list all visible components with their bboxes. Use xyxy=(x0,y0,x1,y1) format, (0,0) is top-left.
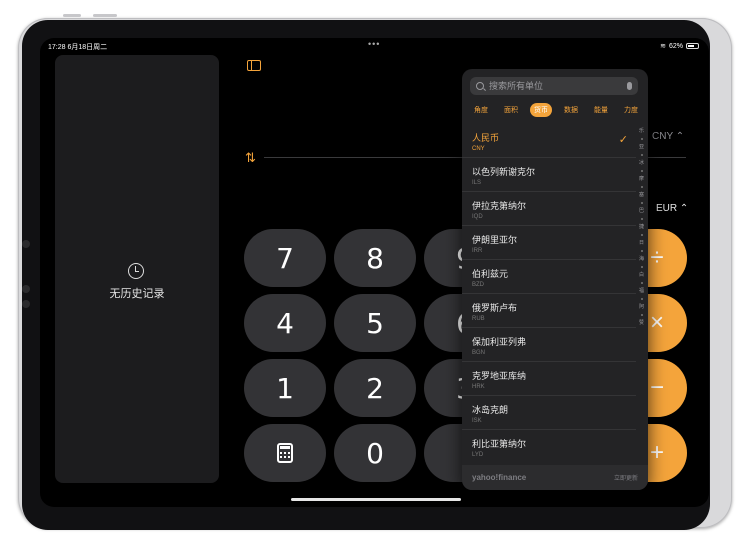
currency-name: 俄罗斯卢布 xyxy=(472,303,518,313)
tab-currency[interactable]: 货币 xyxy=(530,103,552,117)
index-letter[interactable]: 巴 xyxy=(639,207,644,215)
index-letter[interactable]: 亚 xyxy=(639,143,644,151)
tab-energy[interactable]: 能量 xyxy=(590,103,612,117)
multitask-dots[interactable]: ••• xyxy=(368,39,380,49)
currency-code: BGN xyxy=(472,350,486,356)
calculator-icon xyxy=(277,443,293,463)
tab-area[interactable]: 面积 xyxy=(500,103,522,117)
list-item[interactable]: 伯利兹元 BZD xyxy=(462,260,636,294)
list-item[interactable]: 以色列新谢克尔 ILS xyxy=(462,158,636,192)
to-unit-label: EUR xyxy=(656,203,678,214)
search-input[interactable] xyxy=(489,81,627,91)
list-item[interactable]: 人民币 CNY ✓ xyxy=(462,124,636,158)
currency-code: LYD xyxy=(472,452,484,458)
unit-picker-popover: 角度 面积 货币 数据 能量 力度 人民币 CNY ✓ 以色列新谢克尔 ILS … xyxy=(462,69,648,490)
index-letter[interactable]: 福 xyxy=(639,287,644,295)
index-letter[interactable]: 海 xyxy=(639,255,644,263)
battery-icon xyxy=(686,43,699,49)
from-unit-selector[interactable]: CNY ⌃ xyxy=(652,131,684,142)
clock-icon xyxy=(128,263,144,279)
list-item[interactable]: 伊朗里亚尔 IRR xyxy=(462,226,636,260)
currency-name: 伊朗里亚尔 xyxy=(472,235,518,245)
home-indicator[interactable] xyxy=(291,498,461,501)
currency-code: BZD xyxy=(472,282,484,288)
key-8[interactable]: 8 xyxy=(334,229,416,287)
status-time: 17:28 6月18日周二 xyxy=(48,42,107,52)
key-5[interactable]: 5 xyxy=(334,294,416,352)
currency-code: HRK xyxy=(472,384,485,390)
index-letter[interactable]: 赞 xyxy=(639,319,644,327)
section-index[interactable]: 乐 亚 冰 摩 塞 巴 捷 日 海 白 福 阿 赞 xyxy=(637,127,646,327)
side-button xyxy=(22,285,30,293)
currency-name: 保加利亚列弗 xyxy=(472,337,527,347)
list-item[interactable]: 伊拉克第纳尔 IQD xyxy=(462,192,636,226)
from-unit-label: CNY xyxy=(652,131,673,142)
status-time-text: 17:28 xyxy=(48,44,66,51)
swap-icon[interactable]: ⇅ xyxy=(245,150,256,166)
currency-code: RUB xyxy=(472,316,485,322)
index-letter[interactable]: 塞 xyxy=(639,191,644,199)
key-2[interactable]: 2 xyxy=(334,359,416,417)
currency-name: 冰岛克朗 xyxy=(472,405,509,415)
picker-footer: yahoo!finance 立即更新 xyxy=(462,465,648,490)
currency-name: 人民币 xyxy=(472,133,500,143)
search-icon xyxy=(476,82,484,90)
screen: 17:28 6月18日周二 ••• ≋ 62% 无历史记录 ⇅ CNY ⌃ EU… xyxy=(40,38,709,507)
tab-angle[interactable]: 角度 xyxy=(470,103,492,117)
to-unit-selector[interactable]: EUR ⌃ xyxy=(656,203,688,214)
currency-code: IRR xyxy=(472,248,483,254)
list-item[interactable]: 克罗地亚库纳 HRK xyxy=(462,362,636,396)
currency-code: CNY xyxy=(472,146,485,152)
history-panel: 无历史记录 xyxy=(55,55,219,483)
top-button xyxy=(93,14,117,17)
microphone-icon[interactable] xyxy=(627,82,632,90)
key-4[interactable]: 4 xyxy=(244,294,326,352)
top-button xyxy=(63,14,81,17)
index-letter[interactable]: 白 xyxy=(639,271,644,279)
side-button xyxy=(22,300,30,308)
currency-name: 伊拉克第纳尔 xyxy=(472,201,527,211)
currency-code: ILS xyxy=(472,180,482,186)
yahoo-finance-logo: yahoo!finance xyxy=(472,473,527,482)
history-empty-label: 无历史记录 xyxy=(109,288,165,300)
index-letter[interactable]: 摩 xyxy=(639,175,644,183)
currency-name: 克罗地亚库纳 xyxy=(472,371,527,381)
tab-data[interactable]: 数据 xyxy=(560,103,582,117)
list-item[interactable]: 保加利亚列弗 BGN xyxy=(462,328,636,362)
checkmark-icon: ✓ xyxy=(618,134,628,146)
index-letter[interactable]: 日 xyxy=(639,239,644,247)
currency-code: ISK xyxy=(472,418,482,424)
key-1[interactable]: 1 xyxy=(244,359,326,417)
currency-name: 以色列新谢克尔 xyxy=(472,167,536,177)
currency-name: 利比亚第纳尔 xyxy=(472,439,527,449)
status-date-text: 6月18日周二 xyxy=(67,44,108,51)
list-item[interactable]: 利比亚第纳尔 LYD xyxy=(462,430,636,464)
list-item[interactable]: 俄罗斯卢布 RUB xyxy=(462,294,636,328)
sidebar-toggle-icon[interactable] xyxy=(247,60,261,71)
update-now-link[interactable]: 立即更新 xyxy=(614,473,638,482)
currency-code: IQD xyxy=(472,214,483,220)
status-right: ≋ 62% xyxy=(660,42,699,50)
index-letter[interactable]: 乐 xyxy=(639,127,644,135)
index-letter[interactable]: 捷 xyxy=(639,223,644,231)
index-letter[interactable]: 阿 xyxy=(639,303,644,311)
key-7[interactable]: 7 xyxy=(244,229,326,287)
wifi-icon: ≋ xyxy=(660,43,666,50)
side-button xyxy=(22,240,30,248)
search-bar[interactable] xyxy=(470,77,638,95)
key-0[interactable]: 0 xyxy=(334,424,416,482)
tab-force[interactable]: 力度 xyxy=(620,103,642,117)
category-tabs: 角度 面积 货币 数据 能量 力度 xyxy=(470,103,642,117)
list-item[interactable]: 冰岛克朗 ISK xyxy=(462,396,636,430)
currency-name: 伯利兹元 xyxy=(472,269,509,279)
calculator-mode-button[interactable] xyxy=(244,424,326,482)
currency-list: 人民币 CNY ✓ 以色列新谢克尔 ILS 伊拉克第纳尔 IQD 伊朗里亚尔 I… xyxy=(462,124,636,464)
index-letter[interactable]: 冰 xyxy=(639,159,644,167)
battery-percent: 62% xyxy=(668,42,683,50)
